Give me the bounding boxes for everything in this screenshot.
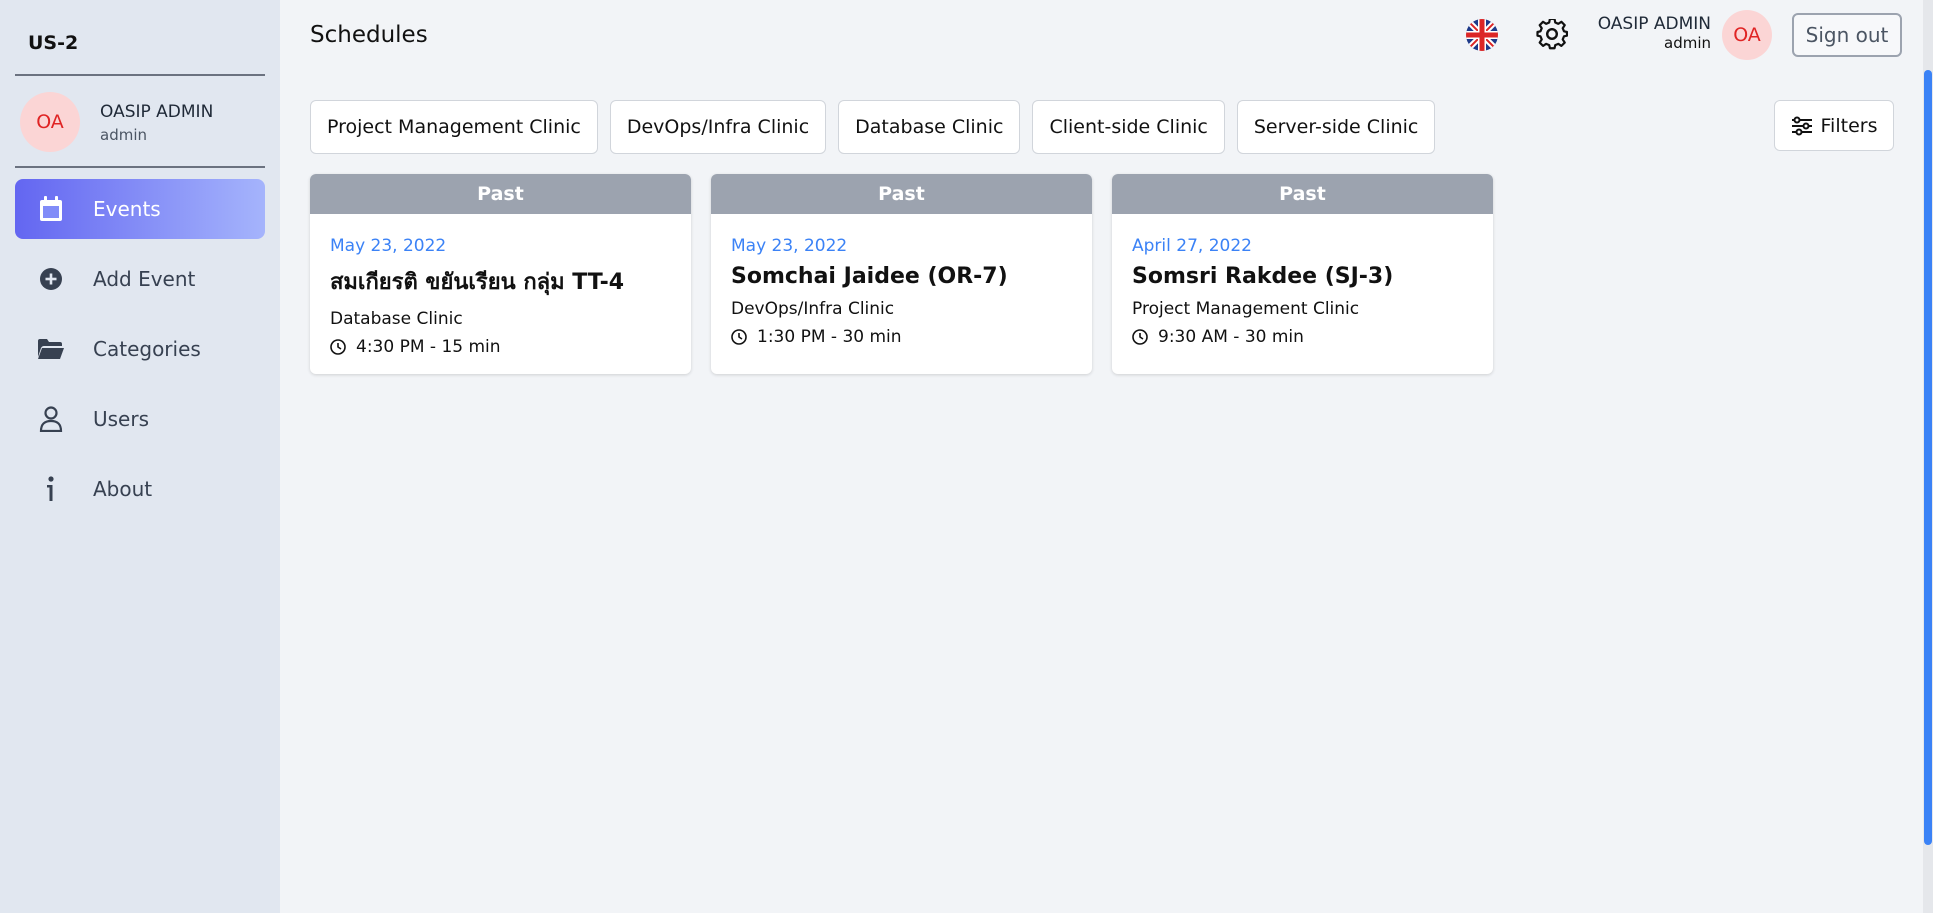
sidebar-nav: Events Add Event Categories Users About (15, 179, 265, 529)
sidebar-item-about[interactable]: About (15, 459, 265, 519)
filters-button[interactable]: Filters (1774, 100, 1894, 151)
header-user: OASIP ADMIN admin (1598, 14, 1711, 52)
profile-name: OASIP ADMIN (100, 102, 214, 122)
scrollbar-thumb[interactable] (1924, 70, 1932, 845)
event-category: DevOps/Infra Clinic (731, 299, 895, 319)
clock-icon (330, 339, 346, 355)
clock-icon (1132, 329, 1148, 345)
event-card[interactable]: Past May 23, 2022 Somchai Jaidee (OR-7) … (711, 174, 1092, 374)
event-time-label: 9:30 AM - 30 min (1158, 327, 1304, 347)
category-chip[interactable]: Project Management Clinic (310, 100, 598, 154)
filters-label: Filters (1820, 114, 1878, 137)
event-date: April 27, 2022 (1132, 236, 1252, 256)
sidebar-item-label: Add Event (93, 267, 196, 291)
event-time: 4:30 PM - 15 min (330, 337, 671, 357)
sidebar-item-add-event[interactable]: Add Event (15, 249, 265, 309)
sliders-icon (1791, 116, 1813, 136)
avatar[interactable]: OA (1722, 10, 1772, 60)
category-chip[interactable]: Server-side Clinic (1236, 100, 1436, 154)
sidebar-item-events[interactable]: Events (15, 179, 265, 239)
folder-open-icon (37, 335, 65, 363)
user-name: OASIP ADMIN (1597, 14, 1711, 34)
clock-icon (731, 329, 747, 345)
event-card[interactable]: Past April 27, 2022 Somsri Rakdee (SJ-3)… (1112, 174, 1493, 374)
sidebar-profile: OA OASIP ADMIN admin (20, 92, 260, 154)
plus-circle-icon (37, 265, 65, 293)
divider (15, 166, 265, 168)
gear-icon[interactable] (1536, 17, 1569, 51)
sidebar-item-label: Categories (93, 337, 201, 361)
status-badge: Past (1112, 174, 1493, 214)
category-chip[interactable]: Database Clinic (838, 100, 1021, 154)
sign-out-button[interactable]: Sign out (1792, 13, 1902, 57)
sidebar-item-label: Events (93, 197, 161, 221)
sidebar-item-categories[interactable]: Categories (15, 319, 265, 379)
sidebar-item-label: Users (93, 407, 150, 431)
event-card[interactable]: Past May 23, 2022 สมเกียรติ ขยันเรียน กล… (310, 174, 691, 374)
category-chip[interactable]: Client-side Clinic (1032, 100, 1225, 154)
status-badge: Past (711, 174, 1092, 214)
app-brand: US-2 (28, 32, 79, 54)
divider (15, 74, 265, 76)
sidebar: US-2 OA OASIP ADMIN admin Events Add Eve… (0, 0, 280, 913)
event-category: Project Management Clinic (1132, 299, 1360, 319)
event-time: 9:30 AM - 30 min (1132, 327, 1473, 347)
category-chips: Project Management Clinic DevOps/Infra C… (310, 100, 1436, 154)
event-date: May 23, 2022 (330, 236, 447, 256)
event-name: Somsri Rakdee (SJ-3) (1132, 264, 1394, 289)
event-time: 1:30 PM - 30 min (731, 327, 1072, 347)
user-role: admin (1664, 34, 1711, 52)
category-chip[interactable]: DevOps/Infra Clinic (609, 100, 827, 154)
sidebar-item-label: About (93, 477, 153, 501)
profile-role: admin (100, 126, 147, 144)
event-date: May 23, 2022 (731, 236, 848, 256)
event-time-label: 1:30 PM - 30 min (757, 327, 902, 347)
event-name: Somchai Jaidee (OR-7) (731, 264, 1008, 289)
avatar: OA (20, 92, 80, 152)
page-title: Schedules (310, 22, 428, 48)
status-badge: Past (310, 174, 691, 214)
uk-flag-icon[interactable] (1466, 19, 1498, 51)
user-icon (37, 405, 65, 433)
event-time-label: 4:30 PM - 15 min (356, 337, 501, 357)
sidebar-item-users[interactable]: Users (15, 389, 265, 449)
event-list: Past May 23, 2022 สมเกียรติ ขยันเรียน กล… (310, 174, 1493, 374)
event-category: Database Clinic (330, 309, 463, 329)
info-icon (37, 475, 65, 503)
calendar-icon (37, 195, 65, 223)
event-name: สมเกียรติ ขยันเรียน กลุ่ม TT-4 (330, 270, 625, 295)
